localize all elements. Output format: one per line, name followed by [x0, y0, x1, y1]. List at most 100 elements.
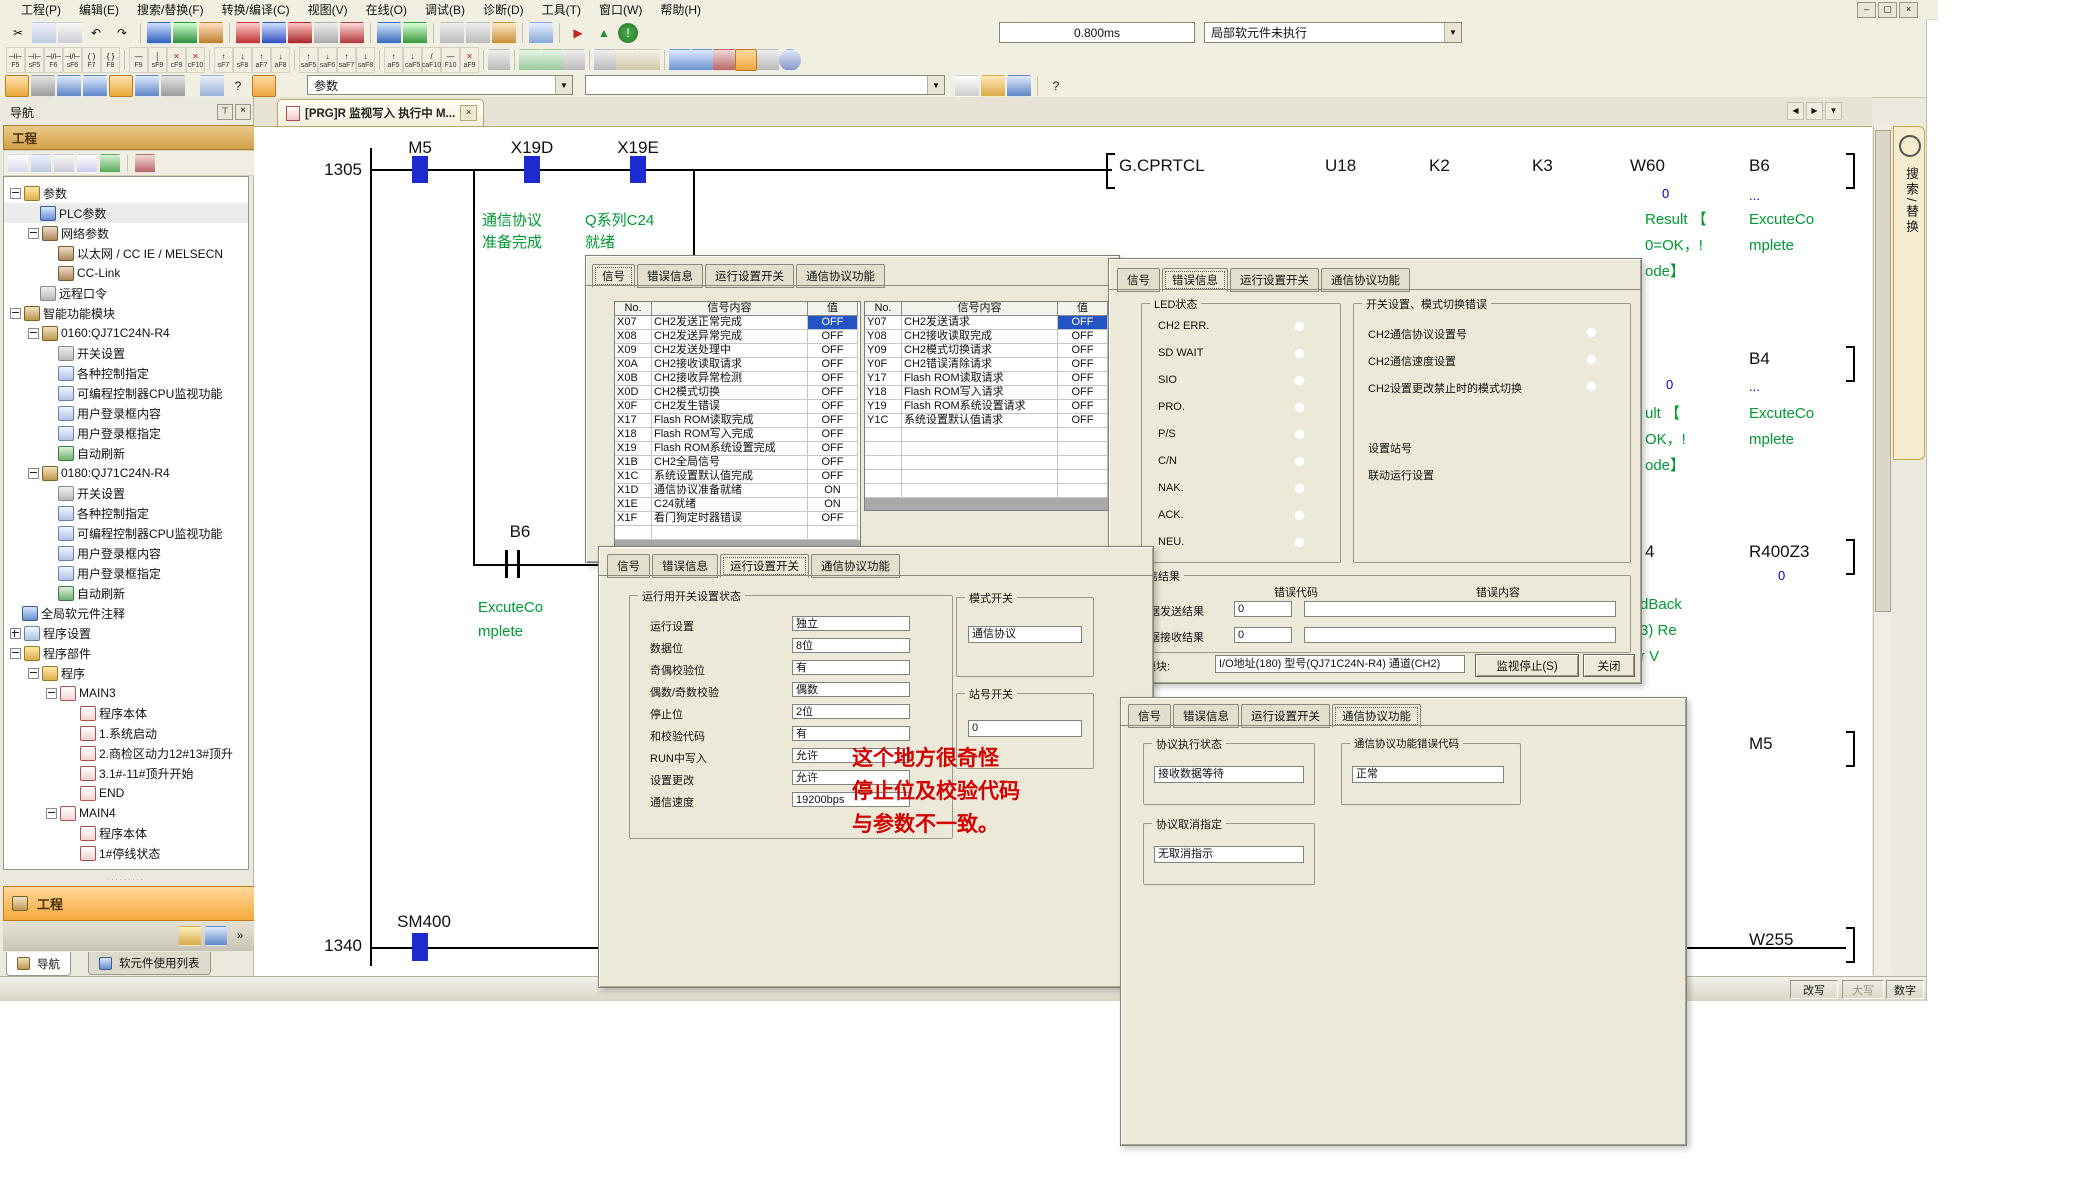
device-display-icon[interactable]	[377, 22, 401, 44]
menu-tools[interactable]: 工具(T)	[533, 0, 590, 20]
vscrollbar-thumb[interactable]	[1875, 130, 1891, 612]
pulse-nc2-button[interactable]: ↑saF7	[337, 47, 356, 73]
table-row[interactable]: X1C系统设置默认值完成OFF	[615, 470, 860, 484]
tree-item-parameter[interactable]: 参数	[4, 183, 248, 203]
coil-button[interactable]: ( )F7	[82, 47, 101, 73]
statement-icon[interactable]	[594, 49, 616, 71]
tree-item-user-frame-spec[interactable]: 用户登录框指定	[4, 423, 248, 443]
copy-item-icon[interactable]	[31, 154, 51, 173]
operand-w255[interactable]: W255	[1749, 930, 1793, 950]
chevron-down-icon[interactable]: ▼	[1444, 23, 1461, 42]
undo-icon[interactable]: ↶	[84, 22, 108, 44]
pin-icon[interactable]: ⊤	[217, 104, 233, 120]
tree-item-switch-setting[interactable]: 开关设置	[4, 483, 248, 503]
close-panel-icon[interactable]: ×	[235, 104, 251, 120]
edit-comment-icon[interactable]	[541, 49, 563, 71]
binoculars-icon[interactable]	[252, 75, 276, 97]
device-use-list-icon[interactable]	[83, 75, 107, 97]
table-row[interactable]: Y08CH2接收读取完成OFF	[865, 330, 1110, 344]
tree-item-main3[interactable]: MAIN3	[4, 683, 248, 703]
falling-pulse-branch-button[interactable]: ↓aF8	[271, 47, 290, 73]
device-test-icon[interactable]	[403, 22, 427, 44]
zoom-dropdown-icon[interactable]	[200, 75, 224, 97]
x-signal-table[interactable]: No.信号内容值 X07CH2发送正常完成OFF X08CH2发送异常完成OFF…	[614, 301, 861, 553]
verify-with-plc-icon[interactable]	[199, 22, 223, 44]
tree-item-program-setting[interactable]: 程序设置	[4, 623, 248, 643]
operand-w60[interactable]: W60	[1630, 156, 1665, 176]
chevron-down-icon[interactable]: ▼	[927, 76, 944, 94]
pulse-nc2-branch-button[interactable]: ↓saF8	[356, 47, 375, 73]
panel-splitter[interactable]: .........	[3, 873, 249, 883]
tree-item-cclink[interactable]: CC-Link	[4, 263, 248, 283]
menu-view[interactable]: 视图(V)	[299, 0, 357, 20]
collapse-icon[interactable]	[10, 188, 21, 199]
contact-b6-bar[interactable]	[505, 550, 508, 578]
invert-result-button[interactable]: ↑aF5	[384, 47, 403, 73]
tab-scroll-right-icon[interactable]: ▶	[1806, 102, 1823, 120]
tree-item-plc-parameter[interactable]: PLC参数	[4, 203, 248, 223]
find-contact-icon[interactable]	[288, 22, 312, 44]
table-row[interactable]: X0BCH2接收异常检测OFF	[615, 372, 860, 386]
write-to-plc-icon[interactable]	[147, 22, 171, 44]
table-row[interactable]: Y17Flash ROM读取请求OFF	[865, 372, 1110, 386]
table-row[interactable]: X19Flash ROM系统设置完成OFF	[615, 442, 860, 456]
closed-branch-button[interactable]: ⊣/⊢sF6	[63, 47, 82, 73]
inline-st-icon[interactable]	[563, 49, 585, 71]
closed-contact-button[interactable]: ⊣/⊢F6	[44, 47, 63, 73]
find-window-icon[interactable]	[161, 75, 185, 97]
menu-compile[interactable]: 转换/编译(C)	[213, 0, 299, 20]
hline-input-button[interactable]: —F10	[441, 47, 460, 73]
new-item-icon[interactable]	[8, 154, 28, 173]
collapse-icon[interactable]	[46, 808, 57, 819]
table-row[interactable]: Y0FCH2错误清除请求OFF	[865, 358, 1110, 372]
rising-pulse-button[interactable]: ↑sF7	[214, 47, 233, 73]
tree-item-switch-setting[interactable]: 开关设置	[4, 343, 248, 363]
find-target-combobox[interactable]: 参数 ▼	[307, 75, 573, 95]
tab-scroll-left-icon[interactable]: ◀	[1787, 102, 1804, 120]
operand-m5[interactable]: M5	[1749, 734, 1773, 754]
copy-icon[interactable]	[32, 22, 56, 44]
table-hscrollbar[interactable]	[865, 498, 1110, 510]
read-mode-icon[interactable]	[713, 49, 735, 71]
more-panes-icon[interactable]: »	[231, 926, 249, 946]
y-signal-table[interactable]: No.信号内容值 Y07CH2发送请求OFF Y08CH2接收读取完成OFF Y…	[864, 301, 1111, 511]
property-icon[interactable]	[77, 154, 97, 173]
pulse-result-button[interactable]: ↓caF5	[403, 47, 422, 73]
collapse-icon[interactable]	[28, 468, 39, 479]
tree-item-global-comment[interactable]: 全局软元件注释	[4, 603, 248, 623]
table-row[interactable]: X1F看门狗定时器错误OFF	[615, 512, 860, 526]
tree-item-module-0160[interactable]: 0160:QJ71C24N-R4	[4, 323, 248, 343]
save-project-icon[interactable]	[1007, 75, 1031, 97]
tree-item-auto-refresh[interactable]: 自动刷新	[4, 443, 248, 463]
help-icon[interactable]: ?	[226, 75, 250, 97]
project-pane-header[interactable]: 工程	[3, 125, 259, 150]
menu-window[interactable]: 窗口(W)	[590, 0, 651, 20]
editor-vscrollbar[interactable]	[1873, 126, 1891, 975]
tree-item-network-parameter[interactable]: 网络参数	[4, 223, 248, 243]
ist-icon[interactable]	[488, 49, 510, 71]
tab-navigation[interactable]: 导航	[6, 952, 71, 976]
contact-sm400[interactable]	[412, 933, 428, 961]
track-change-icon[interactable]	[669, 49, 691, 71]
pulse-result2-button[interactable]: /caF10	[422, 47, 441, 73]
operand-b4[interactable]: B4	[1749, 349, 1770, 369]
table-row[interactable]: X0FCH2发生错误OFF	[615, 400, 860, 414]
output-window-icon[interactable]	[57, 75, 81, 97]
expand-icon[interactable]	[10, 628, 21, 639]
watch-window-icon[interactable]	[109, 75, 133, 97]
redo-icon[interactable]: ↷	[110, 22, 134, 44]
paste-icon[interactable]	[58, 22, 82, 44]
note-icon[interactable]	[616, 49, 638, 71]
tree-item-remote-password[interactable]: 远程口令	[4, 283, 248, 303]
table-row[interactable]: X1D通信协议准备就绪ON	[615, 484, 860, 498]
delete-hline-button[interactable]: ✕cF9	[167, 47, 186, 73]
monitor-stop-button[interactable]: 监视停止(S)	[1475, 654, 1579, 677]
table-row[interactable]: Y07CH2发送请求OFF	[865, 316, 1110, 330]
monitor-window-icon[interactable]	[529, 22, 553, 44]
vline-button[interactable]: │sF9	[148, 47, 167, 73]
tree-item-end[interactable]: END	[4, 783, 248, 803]
monitor-stop-icon[interactable]: ▲	[592, 22, 616, 44]
write-monitor-mode-icon[interactable]	[735, 49, 757, 71]
tree-item-stopline-status[interactable]: 1#停线状态	[4, 843, 248, 863]
menu-online[interactable]: 在线(O)	[357, 0, 416, 20]
